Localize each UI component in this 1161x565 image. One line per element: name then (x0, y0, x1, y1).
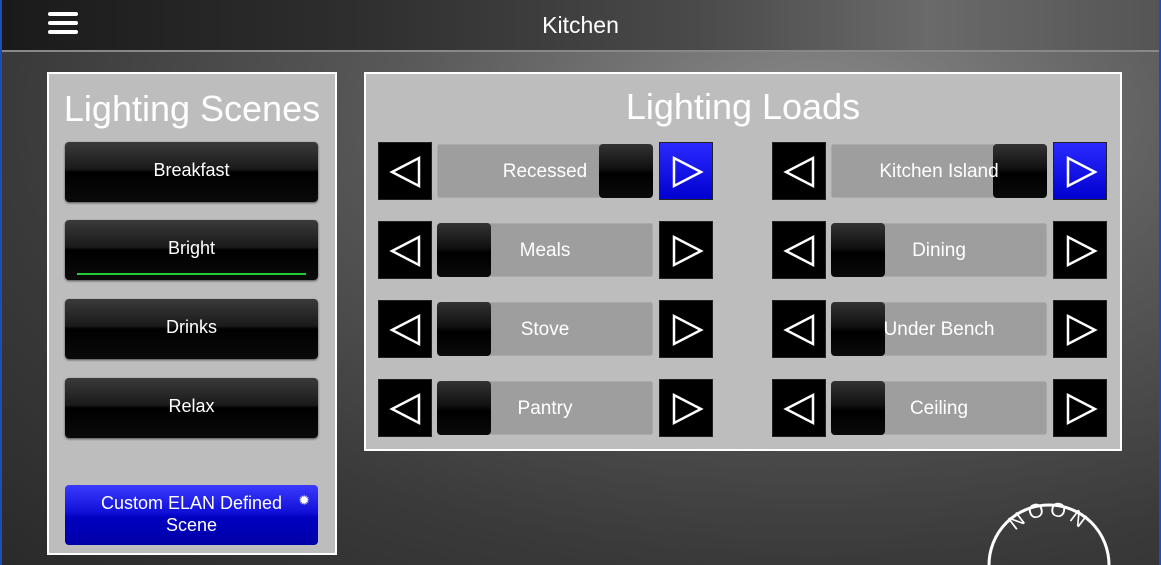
dim-up-button[interactable] (659, 379, 713, 437)
scene-button-label: Bright (167, 238, 216, 258)
dim-down-button[interactable] (772, 142, 826, 200)
load-label: Recessed (502, 161, 588, 182)
page-title: Kitchen (542, 12, 619, 38)
lighting-scenes-panel: Lighting Scenes Breakfast Bright Drinks … (47, 72, 337, 555)
load-row-meals: Meals (378, 221, 713, 279)
dim-down-button[interactable] (378, 142, 432, 200)
scene-button-drinks[interactable]: Drinks (65, 299, 318, 359)
load-label: Pantry (517, 398, 573, 419)
lighting-loads-panel: Lighting Loads Recessed Kitchen Island Mea… (364, 72, 1122, 451)
dim-down-button[interactable] (378, 379, 432, 437)
gear-icon: ✹ (298, 492, 310, 508)
load-row-ceiling: Ceiling (772, 379, 1107, 437)
load-row-stove: Stove (378, 300, 713, 358)
load-row-recessed: Recessed (378, 142, 713, 200)
load-label: Stove (520, 319, 570, 340)
dim-up-button[interactable] (659, 142, 713, 200)
dimmer-slider-dining[interactable]: Dining (831, 223, 1047, 277)
dim-up-button[interactable] (659, 300, 713, 358)
load-row-under-bench: Under Bench (772, 300, 1107, 358)
scene-button-label: Breakfast (153, 160, 230, 180)
custom-scene-label-line1: Custom ELAN Defined (100, 493, 283, 513)
load-label: Dining (912, 240, 966, 261)
dim-up-button[interactable] (1053, 142, 1107, 200)
dimmer-slider-ceiling[interactable]: Ceiling (831, 381, 1047, 435)
load-row-kitchen-island: Kitchen Island (772, 142, 1107, 200)
dim-down-button[interactable] (378, 300, 432, 358)
dim-down-button[interactable] (772, 379, 826, 437)
dimmer-slider-kitchen-island[interactable]: Kitchen Island (831, 144, 1047, 198)
lighting-loads-title: Lighting Loads (625, 86, 861, 127)
custom-scene-label-line2: Scene (165, 515, 218, 535)
load-label: Under Bench (883, 319, 995, 340)
scene-button-breakfast[interactable]: Breakfast (65, 142, 318, 202)
scene-button-label: Relax (168, 396, 215, 416)
load-row-dining: Dining (772, 221, 1107, 279)
dimmer-slider-pantry[interactable]: Pantry (437, 381, 653, 435)
window-frame-left (0, 0, 2, 565)
scene-button-label: Drinks (165, 317, 217, 337)
dimmer-slider-recessed[interactable]: Recessed (437, 144, 653, 198)
custom-scene-button[interactable]: ✹ Custom ELAN Defined Scene (65, 485, 318, 545)
load-row-pantry: Pantry (378, 379, 713, 437)
dim-up-button[interactable] (1053, 379, 1107, 437)
dim-down-button[interactable] (772, 300, 826, 358)
load-label: Kitchen Island (879, 161, 999, 182)
load-label: Meals (519, 240, 571, 261)
scene-button-bright[interactable]: Bright (65, 220, 318, 280)
dim-down-button[interactable] (772, 221, 826, 279)
dim-up-button[interactable] (1053, 221, 1107, 279)
dimmer-slider-stove[interactable]: Stove (437, 302, 653, 356)
load-label: Ceiling (909, 398, 969, 419)
scene-button-relax[interactable]: Relax (65, 378, 318, 438)
active-scene-indicator (77, 273, 306, 275)
dim-up-button[interactable] (659, 221, 713, 279)
top-bar: Kitchen (2, 0, 1159, 52)
dimmer-slider-under-bench[interactable]: Under Bench (831, 302, 1047, 356)
dim-up-button[interactable] (1053, 300, 1107, 358)
lighting-scenes-title: Lighting Scenes (63, 88, 321, 129)
noon-logo: NOON (987, 498, 1111, 565)
dimmer-slider-meals[interactable]: Meals (437, 223, 653, 277)
dim-down-button[interactable] (378, 221, 432, 279)
